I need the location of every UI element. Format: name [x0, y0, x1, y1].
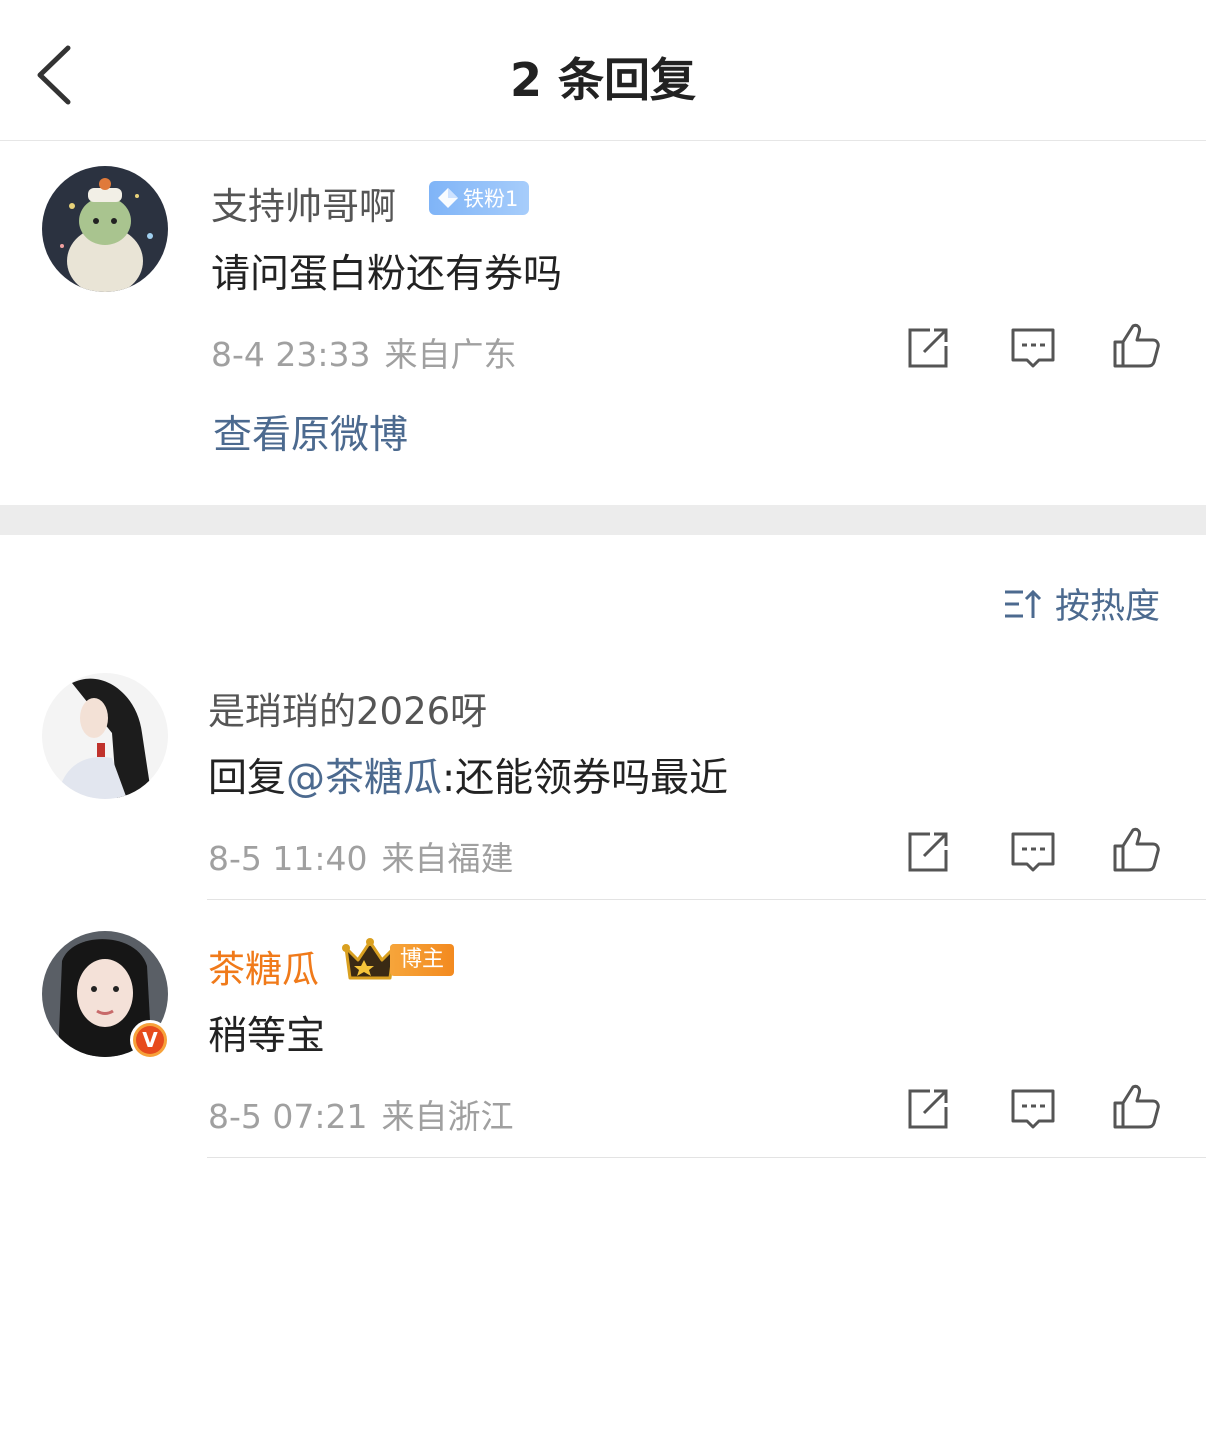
comment-icon [1011, 328, 1055, 368]
top-bar: 2 条回复 [0, 0, 1206, 141]
like-icon [1113, 827, 1160, 872]
fan-badge[interactable]: 铁粉1 [429, 181, 529, 215]
share-button[interactable] [902, 322, 954, 374]
like-icon [1113, 1084, 1160, 1129]
reply-prefix: 回复 [208, 756, 287, 801]
reply-content: :还能领券吗最近 [442, 756, 729, 801]
reply-divider [207, 899, 1206, 900]
reply-location: 来自浙江 [381, 1097, 514, 1136]
view-original-post-link[interactable]: 查看原微博 [213, 404, 408, 460]
share-button[interactable] [902, 826, 954, 878]
blogger-badge-label: 博主 [390, 944, 454, 976]
reply-meta: 8-5 11:40 来自福建 [208, 832, 514, 880]
comment-time: 8-4 23:33 [211, 335, 371, 374]
reply-author-name[interactable]: 是琑琑的2026呀 [208, 681, 487, 735]
sort-label: 按热度 [1054, 587, 1160, 627]
reply-author-name[interactable]: 茶糖瓜 [208, 939, 319, 993]
verified-mark: V [136, 1026, 164, 1054]
comment-meta: 8-4 23:33 来自广东 [211, 328, 517, 376]
reply-time: 8-5 11:40 [208, 839, 368, 878]
reply-time: 8-5 07:21 [208, 1097, 368, 1136]
reply-meta: 8-5 07:21 来自浙江 [208, 1090, 514, 1138]
blogger-badge[interactable]: 博主 [342, 938, 454, 982]
diamond-icon [438, 188, 458, 208]
like-button[interactable] [1111, 320, 1163, 372]
avatar[interactable] [42, 673, 168, 799]
reply-location: 来自福建 [381, 839, 514, 878]
comment-button[interactable] [1007, 826, 1059, 878]
comment-button[interactable] [1007, 1083, 1059, 1135]
comment-location: 来自广东 [384, 335, 517, 374]
share-icon [908, 328, 948, 368]
share-button[interactable] [902, 1083, 954, 1135]
comment-author-name[interactable]: 支持帅哥啊 [211, 176, 396, 230]
avatar[interactable] [42, 166, 168, 292]
section-divider [0, 505, 1206, 535]
like-button[interactable] [1111, 824, 1163, 876]
like-icon [1113, 323, 1160, 368]
comment-icon [1011, 1089, 1055, 1129]
like-button[interactable] [1111, 1081, 1163, 1133]
comment-icon [1011, 832, 1055, 872]
comment-text: 请问蛋白粉还有券吗 [211, 252, 563, 297]
reply-text: 回复@茶糖瓜:还能领券吗最近 [208, 747, 728, 803]
sort-toggle[interactable]: 按热度 [1003, 578, 1160, 629]
share-icon [908, 832, 948, 872]
reply-text: 稍等宝 [208, 1014, 326, 1059]
sort-icon [1004, 589, 1042, 618]
avatar-image [42, 673, 168, 799]
mention-link[interactable]: @茶糖瓜 [286, 756, 442, 801]
page-title: 2 条回复 [509, 53, 697, 107]
verified-icon: V [130, 1020, 170, 1060]
comment-button[interactable] [1007, 322, 1059, 374]
share-icon [908, 1089, 948, 1129]
reply-divider [207, 1157, 1206, 1158]
fan-badge-label: 铁粉1 [463, 187, 519, 211]
avatar-image [42, 166, 168, 292]
